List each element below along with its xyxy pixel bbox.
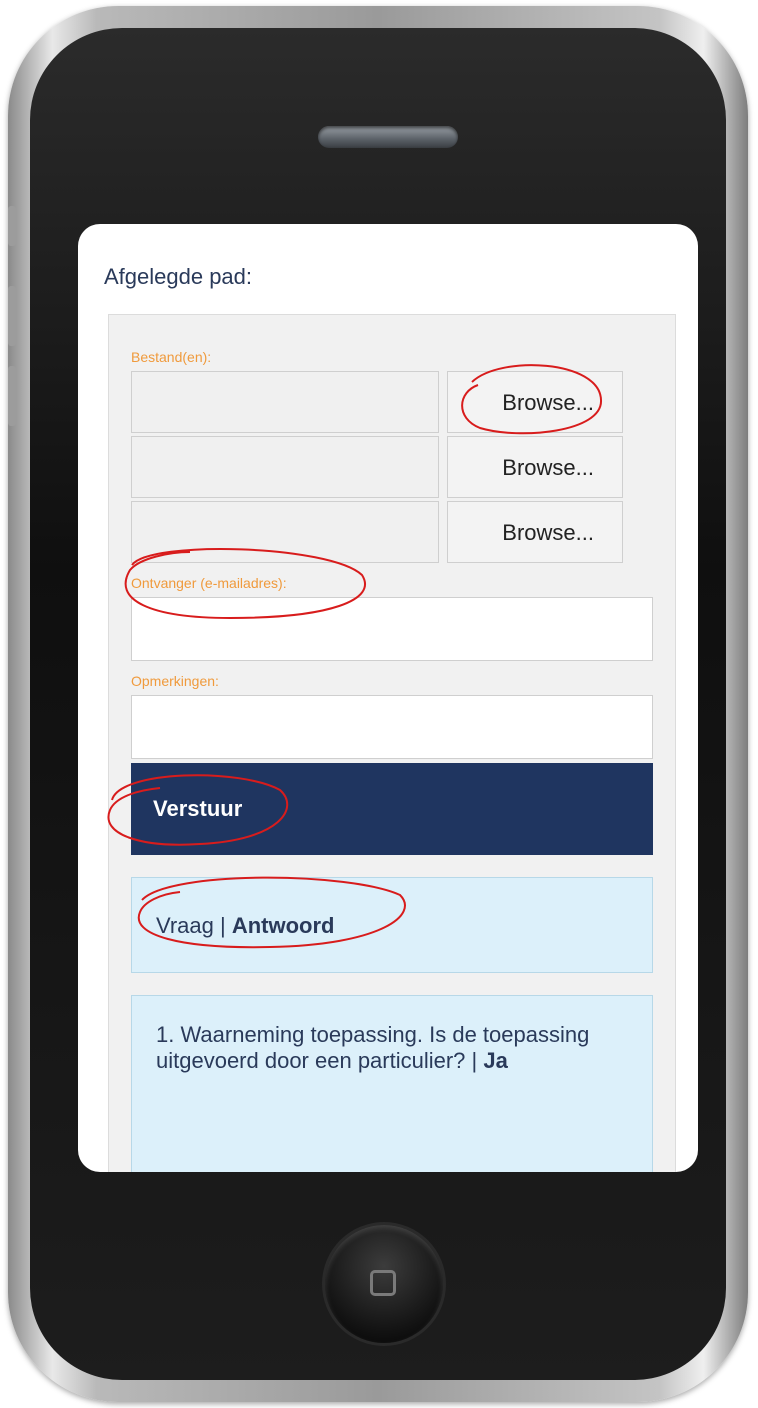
home-square-icon	[370, 1270, 396, 1296]
submit-button[interactable]: Verstuur	[131, 763, 653, 855]
answer-separator: |	[465, 1048, 484, 1073]
qa-answer-label: Antwoord	[231, 913, 335, 938]
phone-screen: Afgelegde pad: Bestand(en): Browse... Br…	[78, 224, 698, 1172]
answer-item: 1. Waarneming toepassing. Is de toepassi…	[131, 995, 653, 1172]
files-label: Bestand(en):	[131, 349, 212, 365]
recipient-email-field[interactable]	[131, 597, 653, 661]
volume-up-button	[8, 286, 16, 346]
qa-header-box: Vraag | Antwoord	[131, 877, 653, 973]
qa-separator: |	[213, 913, 232, 938]
file-input-3[interactable]	[131, 501, 439, 563]
answer-question-text: 1. Waarneming toepassing. Is de toepassi…	[156, 1022, 590, 1073]
browse-button-3[interactable]: Browse...	[447, 501, 623, 563]
remarks-label: Opmerkingen:	[131, 673, 219, 689]
home-button[interactable]	[325, 1225, 443, 1343]
qa-question-label: Vraag	[156, 913, 214, 938]
answer-value: Ja	[483, 1048, 508, 1073]
recipient-label: Ontvanger (e-mailadres):	[131, 575, 287, 591]
mute-switch	[8, 206, 16, 246]
page-title: Afgelegde pad:	[104, 264, 253, 289]
upload-form: Bestand(en): Browse... Browse... Browse.…	[108, 314, 676, 1172]
speaker-grille	[318, 126, 458, 148]
file-input-2[interactable]	[131, 436, 439, 498]
volume-down-button	[8, 366, 16, 426]
remarks-field[interactable]	[131, 695, 653, 759]
browse-button-1[interactable]: Browse...	[447, 371, 623, 433]
file-input-1[interactable]	[131, 371, 439, 433]
browse-button-2[interactable]: Browse...	[447, 436, 623, 498]
